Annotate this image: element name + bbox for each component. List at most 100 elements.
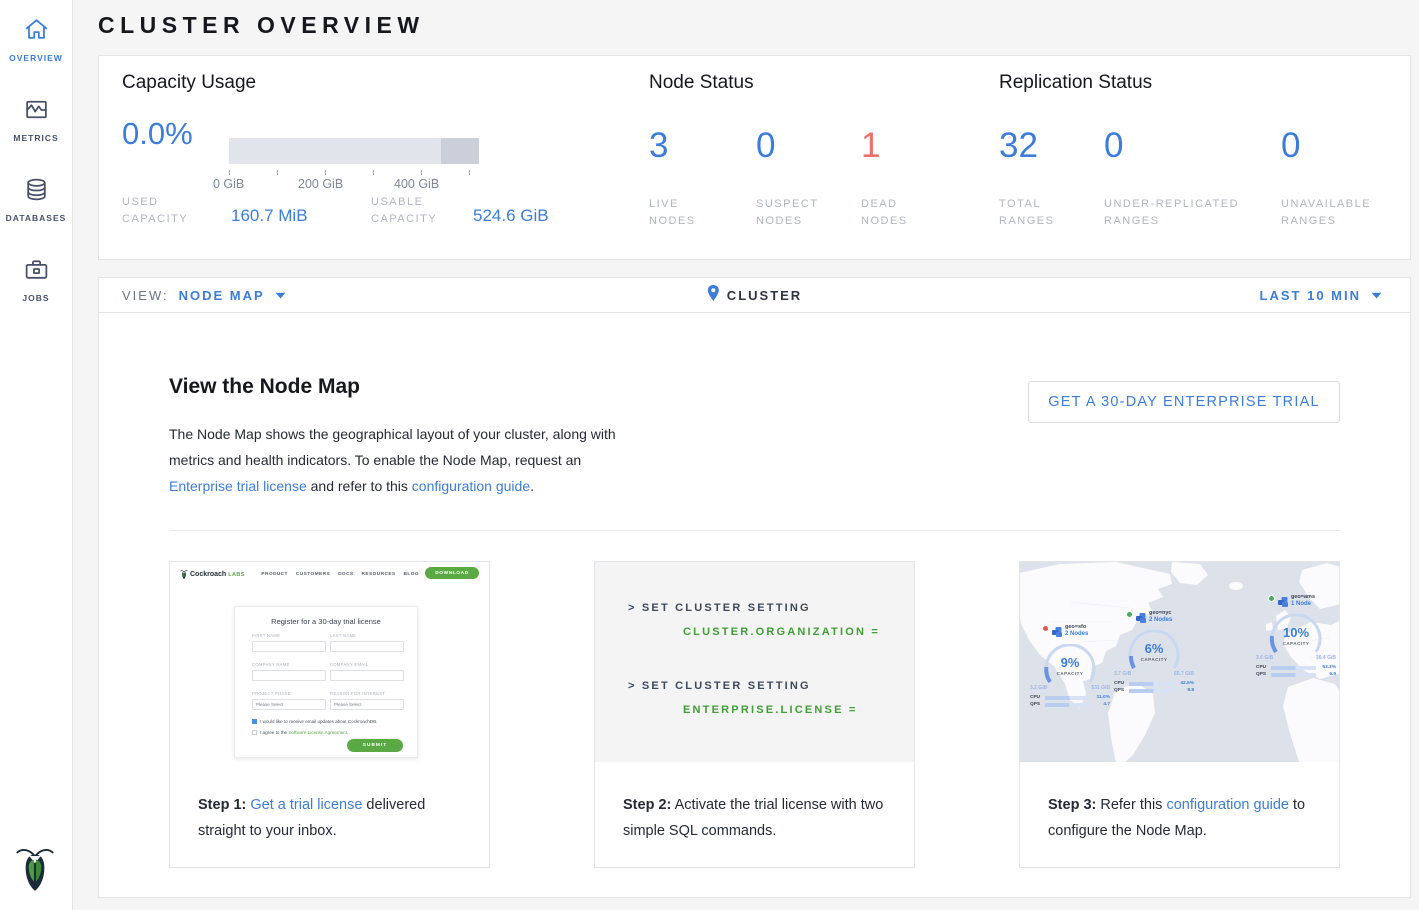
mini-site-header: Cockroach LABS PRODUCT CUSTOMERS DOCS RE… (170, 562, 489, 588)
sql-prompt: > SET CLUSTER SETTING (628, 602, 811, 614)
mini-field-first-name: FIRST NAME (252, 633, 326, 652)
mini-checkbox-icon (252, 719, 257, 724)
sidebar: OVERVIEW METRICS DATABASES JOBS (0, 0, 73, 910)
locality-header: geo=ams 1 Node (1268, 594, 1338, 612)
mini-download-button: DOWNLOAD (425, 567, 479, 579)
mini-field-label: FIRST NAME (252, 633, 326, 638)
under-replicated-ranges-value: 0 (1104, 126, 1123, 166)
mini-nav-item: PRODUCT (261, 572, 288, 577)
view-selector[interactable]: VIEW: NODE MAP (122, 278, 286, 312)
mini-field-input (330, 641, 404, 652)
sidebar-item-label: METRICS (0, 133, 72, 143)
qps-bar (1271, 673, 1316, 677)
capacity-arc-gauge: 6% CAPACITY (1122, 630, 1186, 670)
locality-widget-sfo: geo=sfo 2 Nodes 9% CAPACITY 3.2 GiB 531 … (1028, 624, 1112, 707)
breadcrumb[interactable]: CLUSTER (707, 278, 802, 312)
capacity-label: CAPACITY (1122, 657, 1186, 662)
qps-value: 8.8 (1177, 688, 1194, 693)
page-title: CLUSTER OVERVIEW (98, 12, 425, 39)
description-text: . (530, 478, 534, 494)
locality-name: geo=ams (1291, 594, 1315, 600)
sidebar-item-label: OVERVIEW (0, 53, 72, 63)
cluster-overview-page: OVERVIEW METRICS DATABASES JOBS (0, 0, 1419, 910)
locality-header: geo=nyc 2 Nodes (1126, 610, 1196, 628)
sidebar-item-label: JOBS (0, 293, 72, 303)
view-label: VIEW: (122, 288, 169, 303)
sidebar-item-metrics[interactable]: METRICS (0, 96, 72, 143)
sql-setting: CLUSTER.ORGANIZATION = (683, 626, 880, 638)
cluster-summary-card: Capacity Usage 0.0% 0 GiB 200 GiB 400 Gi… (98, 55, 1411, 260)
enterprise-trial-button[interactable]: GET A 30-DAY ENTERPRISE TRIAL (1028, 381, 1340, 423)
cpu-bar (1271, 666, 1316, 670)
cpu-label: CPU (1030, 695, 1042, 700)
node-status-title: Node Status (649, 72, 754, 94)
mini-field-project-phase: PROJECT PHASE Please Select (252, 691, 326, 710)
locality-name: geo=nyc (1149, 610, 1172, 616)
get-trial-license-link[interactable]: Get a trial license (250, 797, 362, 813)
mini-trial-form: Register for a 30-day trial license FIRS… (234, 606, 418, 758)
locality-header: geo=sfo 2 Nodes (1042, 624, 1112, 642)
qps-bar (1045, 703, 1090, 707)
capacity-gauge (229, 138, 479, 164)
replication-status-title: Replication Status (999, 72, 1152, 94)
capacity-total: 65.7 GiB (1174, 671, 1194, 677)
gauge-tick-label: 200 GiB (298, 177, 343, 191)
step1-caption: Step 1: Get a trial license delivered st… (198, 792, 472, 844)
node-map-preview: geo=sfo 2 Nodes 9% CAPACITY 3.2 GiB 531 … (1020, 562, 1339, 762)
cpu-bar (1045, 696, 1090, 700)
description-text: The Node Map shows the geographical layo… (169, 426, 616, 468)
configuration-guide-link[interactable]: configuration guide (412, 478, 530, 494)
suspect-nodes-value: 0 (756, 126, 775, 166)
mini-nav-item: RESOURCES (362, 572, 396, 577)
view-bar: VIEW: NODE MAP CLUSTER LAST 10 MIN (98, 277, 1411, 313)
sql-setting: ENTERPRISE.LICENSE = (683, 704, 858, 716)
gauge-tick (469, 170, 470, 175)
mini-site-nav: PRODUCT CUSTOMERS DOCS RESOURCES BLOG (261, 572, 419, 577)
mini-field-input (330, 670, 404, 681)
mini-field-label: COMPANY NAME (252, 662, 326, 667)
caption-text: Refer this (1096, 797, 1166, 813)
unavailable-ranges-value: 0 (1281, 126, 1300, 166)
dead-nodes-label: DEAD NODES (861, 196, 941, 230)
qps-label: QPS (1030, 702, 1042, 707)
cpu-value: 42.5% (1177, 681, 1194, 686)
used-capacity-value: 160.7 MiB (231, 206, 308, 226)
configuration-guide-link[interactable]: configuration guide (1166, 797, 1289, 813)
dead-nodes-value: 1 (861, 126, 880, 166)
cpu-value: 11.0% (1093, 695, 1110, 700)
step3-label: Step 3: (1048, 797, 1096, 813)
locality-node-count: 1 Node (1291, 601, 1315, 607)
mini-field-company-email: COMPANY EMAIL (330, 662, 404, 681)
sidebar-item-jobs[interactable]: JOBS (0, 256, 72, 303)
step3-caption: Step 3: Refer this configuration guide t… (1048, 792, 1322, 844)
locality-node-count: 2 Nodes (1065, 631, 1088, 637)
mini-checkbox-license: I agree to the Software License Agreemen… (252, 730, 348, 735)
gauge-tick (277, 170, 278, 175)
time-range-selector[interactable]: LAST 10 MIN (1260, 278, 1382, 312)
sql-prompt: > SET CLUSTER SETTING (628, 680, 811, 692)
live-nodes-label: LIVE NODES (649, 196, 729, 230)
enterprise-trial-license-link[interactable]: Enterprise trial license (169, 478, 307, 494)
total-ranges-label: TOTAL RANGES (999, 196, 1079, 230)
mini-field-label: REASON FOR INTEREST (330, 691, 404, 696)
gauge-tick (373, 170, 374, 175)
home-icon (23, 16, 50, 48)
mini-field-select: Please Select (252, 699, 326, 710)
mini-field-company-name: COMPANY NAME (252, 662, 326, 681)
sidebar-item-databases[interactable]: DATABASES (0, 176, 72, 223)
capacity-arc-gauge: 9% CAPACITY (1038, 644, 1102, 684)
capacity-percent: 6% (1122, 641, 1186, 656)
mini-field-input (252, 641, 326, 652)
jobs-icon (23, 256, 50, 288)
qps-bar (1129, 689, 1174, 693)
qps-label: QPS (1114, 688, 1126, 693)
step1-card: Cockroach LABS PRODUCT CUSTOMERS DOCS RE… (169, 561, 490, 868)
sql-code-block: > SET CLUSTER SETTING CLUSTER.ORGANIZATI… (595, 562, 914, 762)
live-nodes-value: 3 (649, 126, 668, 166)
mini-field-reason: REASON FOR INTEREST Please Select (330, 691, 404, 710)
description-text: and refer to this (307, 478, 412, 494)
mini-nav-item: DOCS (338, 572, 353, 577)
sidebar-item-overview[interactable]: OVERVIEW (0, 16, 72, 63)
suspect-nodes-label: SUSPECT NODES (756, 196, 836, 230)
chevron-down-icon (275, 286, 286, 304)
